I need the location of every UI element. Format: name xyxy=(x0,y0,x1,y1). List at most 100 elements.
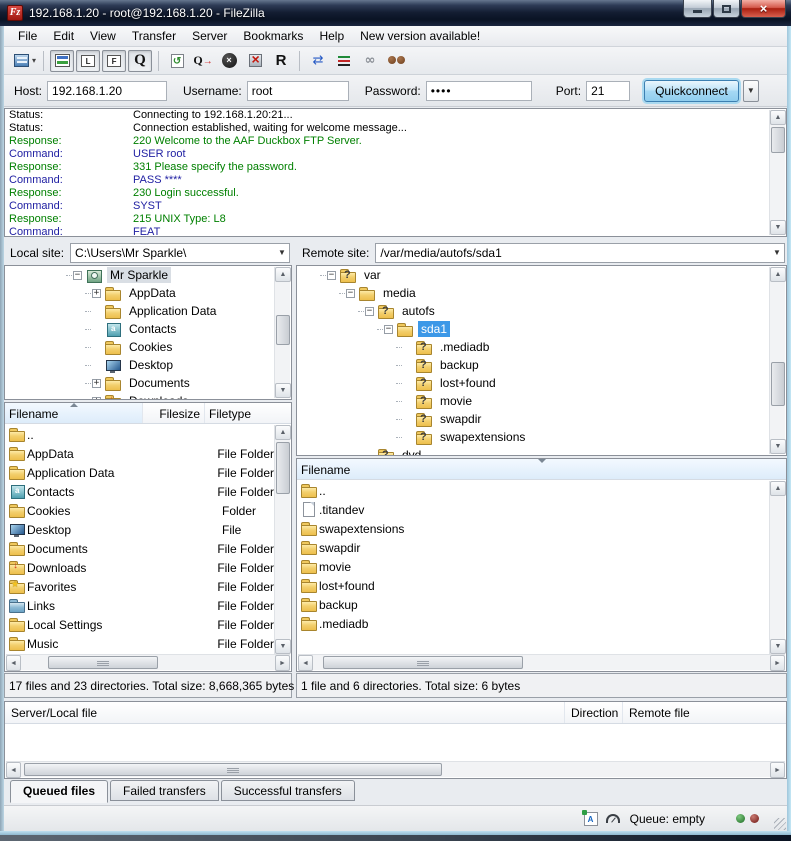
filter-button[interactable] xyxy=(332,50,356,72)
scroll-thumb[interactable] xyxy=(48,656,158,669)
remote-site-combobox[interactable]: /var/media/autofs/sda1 ▼ xyxy=(375,243,785,263)
file-row[interactable]: lost+found xyxy=(298,576,769,595)
expand-icon[interactable] xyxy=(92,379,101,388)
tree-item[interactable]: ↓Downloads xyxy=(5,392,291,400)
file-row[interactable]: Local SettingsFile Folder xyxy=(6,615,274,634)
tab-queued-files[interactable]: Queued files xyxy=(10,780,108,803)
column-header-filename[interactable]: Filename xyxy=(5,403,143,423)
file-row[interactable]: CookiesFolder xyxy=(6,501,274,520)
scroll-thumb[interactable] xyxy=(276,315,290,345)
tab-successful-transfers[interactable]: Successful transfers xyxy=(221,780,355,801)
file-row[interactable]: MusicFile Folder xyxy=(6,634,274,653)
column-header-filename[interactable]: Filename xyxy=(297,459,786,479)
column-header-filetype[interactable]: Filetype xyxy=(205,403,291,423)
scroll-thumb[interactable] xyxy=(771,362,785,406)
collapse-icon[interactable] xyxy=(365,307,374,316)
collapse-icon[interactable] xyxy=(327,271,336,280)
reconnect-button[interactable]: R xyxy=(269,50,293,72)
scroll-down-icon[interactable]: ▼ xyxy=(275,383,291,398)
quickconnect-dropdown-button[interactable]: ▼ xyxy=(743,80,759,102)
tree-item[interactable]: AppData xyxy=(5,284,291,302)
scroll-right-icon[interactable]: ► xyxy=(770,655,785,671)
tree-item[interactable]: ?movie xyxy=(297,392,786,410)
tree-item[interactable]: Cookies xyxy=(5,338,291,356)
scroll-up-icon[interactable]: ▲ xyxy=(770,110,786,125)
expand-icon[interactable] xyxy=(92,289,101,298)
username-input[interactable] xyxy=(247,81,349,101)
scroll-down-icon[interactable]: ▼ xyxy=(770,439,786,454)
file-row[interactable]: DocumentsFile Folder xyxy=(6,539,274,558)
tree-item[interactable]: ?.mediadb xyxy=(297,338,786,356)
synchronized-browsing-button[interactable]: ∞ xyxy=(358,50,382,72)
port-input[interactable] xyxy=(586,81,630,101)
scroll-right-icon[interactable]: ► xyxy=(770,762,785,778)
chevron-down-icon[interactable]: ▼ xyxy=(770,248,784,257)
maximize-button[interactable] xyxy=(713,0,740,18)
close-button[interactable]: × xyxy=(741,0,786,18)
chevron-down-icon[interactable]: ▼ xyxy=(275,248,289,257)
collapse-icon[interactable] xyxy=(346,289,355,298)
local-list-hscrollbar[interactable]: ◄ ► xyxy=(6,654,290,670)
file-row[interactable]: swapextensions xyxy=(298,519,769,538)
file-row[interactable]: ↓DownloadsFile Folder xyxy=(6,558,274,577)
minimize-button[interactable] xyxy=(683,0,712,18)
file-row[interactable]: .mediadb xyxy=(298,614,769,633)
tree-item[interactable]: Mr Sparkle xyxy=(5,266,291,284)
toggle-message-log-button[interactable] xyxy=(50,50,74,72)
remote-tree-scrollbar[interactable]: ▲ ▼ xyxy=(769,267,785,454)
file-row[interactable]: .titandev xyxy=(298,500,769,519)
file-row[interactable]: movie xyxy=(298,557,769,576)
file-row[interactable]: Application DataFile Folder xyxy=(6,463,274,482)
file-row[interactable]: swapdir xyxy=(298,538,769,557)
scroll-up-icon[interactable]: ▲ xyxy=(275,425,291,440)
tree-item[interactable]: Application Data xyxy=(5,302,291,320)
column-header-remote-file[interactable]: Remote file xyxy=(623,702,786,723)
local-site-combobox[interactable]: C:\Users\Mr Sparkle\ ▼ xyxy=(70,243,290,263)
local-list-scrollbar[interactable]: ▲ ▼ xyxy=(274,425,290,654)
tree-item[interactable]: ?lost+found xyxy=(297,374,786,392)
column-header-direction[interactable]: Direction xyxy=(565,702,623,723)
tree-item[interactable]: aContacts xyxy=(5,320,291,338)
menu-server[interactable]: Server xyxy=(184,27,235,45)
menu-transfer[interactable]: Transfer xyxy=(124,27,184,45)
scroll-left-icon[interactable]: ◄ xyxy=(6,762,21,778)
host-input[interactable] xyxy=(47,81,167,101)
tree-item[interactable]: Desktop xyxy=(5,356,291,374)
file-row[interactable]: .. xyxy=(298,481,769,500)
menu-file[interactable]: File xyxy=(10,27,45,45)
scroll-thumb[interactable] xyxy=(276,442,290,494)
scroll-thumb[interactable] xyxy=(323,656,523,669)
scroll-thumb[interactable] xyxy=(24,763,442,776)
find-files-button[interactable] xyxy=(384,50,408,72)
speed-limit-icon[interactable] xyxy=(606,814,620,823)
menu-view[interactable]: View xyxy=(82,27,124,45)
tree-item[interactable]: sda1 xyxy=(297,320,786,338)
scroll-up-icon[interactable]: ▲ xyxy=(770,267,786,282)
scroll-down-icon[interactable]: ▼ xyxy=(275,639,291,654)
scroll-down-icon[interactable]: ▼ xyxy=(770,220,786,235)
tree-item[interactable]: Documents xyxy=(5,374,291,392)
file-row[interactable]: AppDataFile Folder xyxy=(6,444,274,463)
file-row[interactable]: backup xyxy=(298,595,769,614)
column-header-server-local-file[interactable]: Server/Local file xyxy=(5,702,565,723)
refresh-button[interactable]: ↺ xyxy=(165,50,189,72)
log-scrollbar[interactable]: ▲ ▼ xyxy=(769,110,785,235)
quickconnect-button[interactable]: Quickconnect xyxy=(644,80,739,102)
scroll-left-icon[interactable]: ◄ xyxy=(6,655,21,671)
menu-help[interactable]: Help xyxy=(311,27,352,45)
tree-item[interactable]: ?swapdir xyxy=(297,410,786,428)
scroll-down-icon[interactable]: ▼ xyxy=(770,639,786,654)
menu-bookmarks[interactable]: Bookmarks xyxy=(235,27,311,45)
transfer-type-icon[interactable] xyxy=(584,812,598,826)
menu-edit[interactable]: Edit xyxy=(45,27,82,45)
cancel-button[interactable]: × xyxy=(217,50,241,72)
local-tree-scrollbar[interactable]: ▲ ▼ xyxy=(274,267,290,398)
disconnect-button[interactable] xyxy=(243,50,267,72)
site-manager-button[interactable]: ▾ xyxy=(13,50,37,72)
password-input[interactable] xyxy=(426,81,532,101)
toggle-local-tree-button[interactable]: L xyxy=(76,50,100,72)
tree-item[interactable]: media xyxy=(297,284,786,302)
file-row[interactable]: ★FavoritesFile Folder xyxy=(6,577,274,596)
tree-item[interactable]: ?dvd xyxy=(297,446,786,456)
scroll-left-icon[interactable]: ◄ xyxy=(298,655,313,671)
